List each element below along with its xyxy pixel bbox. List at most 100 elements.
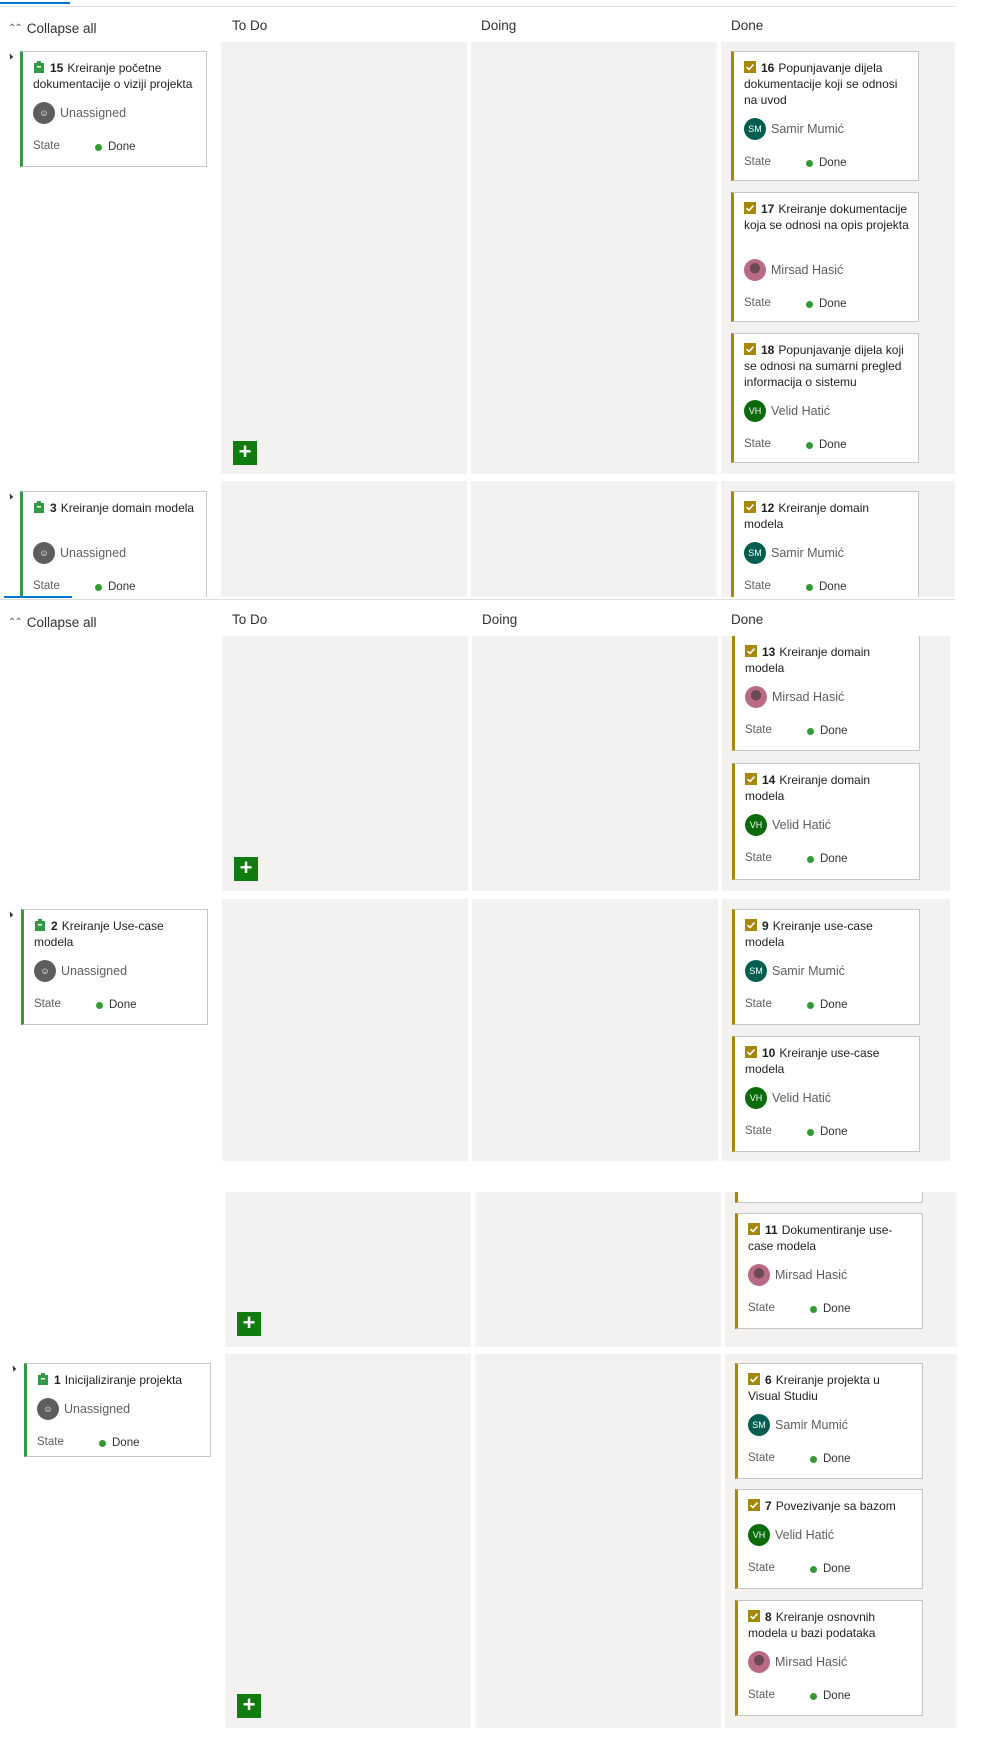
task-card[interactable]: 8 Kreiranje osnovnih modela u bazi podata… [735,1600,923,1716]
tab-indicator [0,2,70,4]
state-dot-icon [96,1001,103,1009]
parent-card[interactable]: 2 Kreiranje Use-case modela ☺ Unassigned … [21,909,208,1025]
avatar [744,259,766,281]
card-title: 1 Inicijaliziranje projekta [37,1372,202,1388]
cell-todo[interactable] [221,42,467,474]
state-dot-icon [95,583,102,591]
card-assignee[interactable]: SM Samir Mumić [745,960,845,982]
add-task-button[interactable]: + [233,441,257,465]
collapse-all-button[interactable]: ⌃⌃ Collapse all [8,21,97,36]
state-dot-icon [806,300,813,308]
card-title: 10 Kreiranje use-case modela [745,1046,880,1076]
card-title: 9 Kreiranje use-case modela [745,919,873,949]
task-check-icon [748,1610,760,1622]
card-title: 8 Kreiranje osnovnih modela u bazi podata… [748,1610,876,1640]
card-assignee[interactable]: ☺ Unassigned [34,960,127,982]
add-task-button[interactable]: + [237,1694,261,1718]
card-assignee[interactable]: ☺ Unassigned [37,1398,130,1420]
card-assignee[interactable]: ☺ Unassigned [33,102,126,124]
avatar: SM [744,542,766,564]
collapse-chevron-icon: ⌃⌃ [8,617,23,628]
state-dot-icon [810,1305,817,1313]
row-collapse-triangle-icon[interactable] [6,53,14,60]
row-collapse-triangle-icon[interactable] [9,1365,17,1372]
task-card[interactable]: 9 Kreiranje use-case modela SM Samir Mumi… [732,909,920,1025]
task-check-icon [748,1223,760,1235]
cell-doing[interactable] [471,42,717,474]
row-collapse-triangle-icon[interactable] [6,911,14,918]
card-title: 13 Kreiranje domain modela [745,645,871,675]
unassigned-avatar-icon: ☺ [37,1398,59,1420]
task-card[interactable]: 18 Popunjavanje dijela koji se odnosi na … [731,333,919,463]
cell-doing[interactable] [471,481,717,597]
card-assignee[interactable]: Mirsad Hasić [748,1264,847,1286]
card-assignee[interactable]: ☺ Unassigned [33,542,126,564]
avatar: VH [748,1524,770,1546]
card-assignee[interactable]: VH Velid Hatić [744,400,830,422]
task-card[interactable]: 14 Kreiranje domain modela VH Velid Hatić… [732,763,920,880]
task-card[interactable]: 13 Kreiranje domain modela Mirsad Hasić S… [732,636,920,751]
cell-doing[interactable] [475,1354,721,1728]
state-value: Done [95,141,136,153]
task-check-icon [744,61,756,73]
backlog-item-icon [38,1373,48,1385]
cell-todo[interactable] [225,1192,471,1347]
task-check-icon [748,1373,760,1385]
cell-todo[interactable] [225,1354,471,1728]
unassigned-avatar-icon: ☺ [33,102,55,124]
add-task-button[interactable]: + [237,1312,261,1336]
column-header-done: Done [731,18,764,33]
state-dot-icon [806,159,813,167]
card-assignee[interactable]: SM Samir Mumić [748,1414,848,1436]
cell-todo[interactable] [221,481,467,597]
column-header-doing: Doing [482,612,518,627]
state-dot-icon [807,855,814,863]
task-card[interactable]: 7 Povezivanje sa bazom VH Velid Hatić Sta… [735,1489,923,1589]
card-assignee[interactable]: VH Velid Hatić [745,1087,831,1109]
task-check-icon [745,919,757,931]
card-assignee[interactable]: Mirsad Hasić [745,686,844,708]
task-check-icon [744,343,756,355]
task-card-fragment[interactable] [735,1192,923,1203]
task-card[interactable]: 17 Kreiranje dokumentacije koja se odnosi… [731,192,919,322]
parent-card[interactable]: 1 Inicijaliziranje projekta ☺ Unassigned … [24,1363,211,1457]
column-header-todo: To Do [232,612,268,627]
task-card[interactable]: 16 Popunjavanje dijela dokumentacije koji… [731,51,919,181]
task-check-icon [748,1499,760,1511]
state-dot-icon [807,727,814,735]
card-assignee[interactable]: VH Velid Hatić [748,1524,834,1546]
task-card[interactable]: 12 Kreiranje domain modela SM Samir Mumić… [731,491,919,597]
card-assignee[interactable]: Mirsad Hasić [748,1651,847,1673]
state-dot-icon [810,1455,817,1463]
cell-doing[interactable] [472,899,718,1161]
row-collapse-triangle-icon[interactable] [6,493,14,500]
card-assignee[interactable]: SM Samir Mumić [744,118,844,140]
cell-todo[interactable] [222,636,468,891]
card-title: 6 Kreiranje projekta u Visual Studiu [748,1373,880,1403]
task-card[interactable]: 6 Kreiranje projekta u Visual Studiu SM S… [735,1363,923,1479]
task-check-icon [745,773,757,785]
collapse-all-button[interactable]: ⌃⌃ Collapse all [8,615,97,630]
parent-card[interactable]: 3 Kreiranje domain modela ☺ Unassigned St… [20,491,207,597]
cell-doing[interactable] [472,636,718,891]
task-card[interactable]: 10 Kreiranje use-case modela VH Velid Hat… [732,1036,920,1152]
state-dot-icon [806,441,813,449]
card-assignee[interactable]: Mirsad Hasić [744,259,843,281]
top-divider [0,599,955,600]
collapse-all-label: Collapse all [26,21,97,36]
cell-todo[interactable] [222,899,468,1161]
state-dot-icon [806,583,813,591]
unassigned-avatar-icon: ☺ [33,542,55,564]
unassigned-avatar-icon: ☺ [34,960,56,982]
card-assignee[interactable]: SM Samir Mumić [744,542,844,564]
parent-card[interactable]: 15 Kreiranje početne dokumentacije o vizi… [20,51,207,167]
cell-doing[interactable] [475,1192,721,1347]
add-task-button[interactable]: + [234,857,258,881]
avatar [748,1264,770,1286]
backlog-item-icon [34,501,44,513]
task-check-icon [744,501,756,513]
state-dot-icon [807,1001,814,1009]
task-card[interactable]: 11 Dokumentiranje use-case modela Mirsad … [735,1213,923,1329]
card-assignee[interactable]: VH Velid Hatić [745,814,831,836]
card-title: 14 Kreiranje domain modela [745,773,871,803]
